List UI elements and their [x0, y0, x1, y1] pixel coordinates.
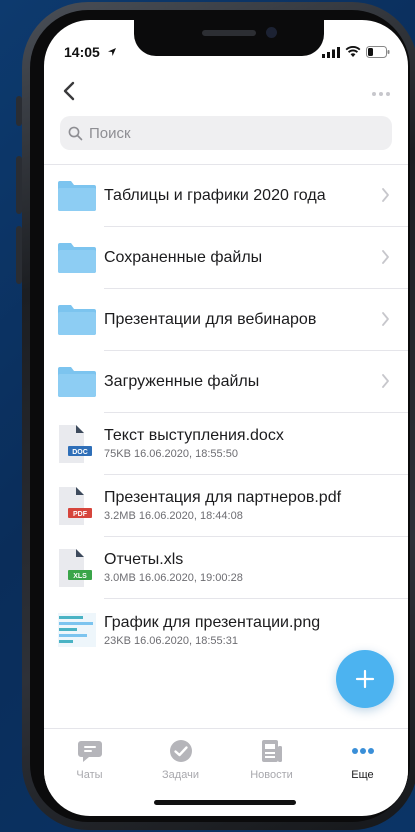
search-icon — [68, 126, 83, 140]
file-row[interactable]: XLS Отчеты.xls 3.0MB 16.06.2020, 19:00:28 — [44, 537, 408, 599]
check-icon — [169, 740, 192, 762]
item-name: Презентация для партнеров.pdf — [104, 489, 342, 506]
item-name: Загруженные файлы — [104, 372, 260, 390]
svg-text:PDF: PDF — [73, 511, 88, 518]
chat-icon — [77, 741, 102, 762]
mute-switch — [16, 96, 22, 126]
row-content: Презентации для вебинаров — [104, 289, 408, 351]
item-meta: 3.2MB 16.06.2020, 18:44:08 — [104, 510, 243, 522]
item-meta: 75KB 16.06.2020, 18:55:50 — [104, 448, 238, 460]
add-button[interactable] — [336, 650, 394, 708]
item-name: Презентации для вебинаров — [104, 310, 317, 328]
tab-more-label: Еще — [351, 769, 374, 781]
tab-more[interactable]: Еще — [317, 729, 408, 792]
item-name: Сохраненные файлы — [104, 248, 263, 266]
tab-tasks[interactable]: Задачи — [135, 729, 226, 792]
row-content: Отчеты.xls 3.0MB 16.06.2020, 19:00:28 — [104, 537, 408, 599]
home-indicator — [154, 800, 296, 805]
item-name: Таблицы и графики 2020 года — [104, 186, 326, 204]
tab-chats-label: Чаты — [76, 769, 103, 781]
volume-up-button — [16, 156, 22, 214]
back-button[interactable] — [62, 80, 76, 107]
folder-icon — [44, 289, 104, 351]
row-content: Текст выступления.docx 75KB 16.06.2020, 1… — [104, 413, 408, 475]
item-name: Текст выступления.docx — [104, 427, 284, 444]
tab-chats[interactable]: Чаты — [44, 729, 135, 792]
chevron-left-icon — [63, 81, 75, 101]
folder-icon — [44, 227, 104, 289]
row-content: Загруженные файлы — [104, 351, 408, 413]
item-name: Отчеты.xls — [104, 551, 184, 568]
battery-icon — [366, 46, 390, 58]
navigation-bar — [44, 78, 408, 114]
row-content: Таблицы и графики 2020 года — [104, 165, 408, 227]
image-file-icon — [44, 599, 104, 661]
item-name: График для презентации.png — [104, 613, 321, 631]
app-screen: 14:05 Поиск Таблицы и графики 2020 года … — [44, 20, 408, 816]
xls-file-icon: XLS — [44, 537, 104, 599]
folder-row[interactable]: Сохраненные файлы — [44, 227, 408, 289]
chevron-right-icon — [381, 249, 390, 270]
doc-file-icon: DOC — [44, 413, 104, 475]
status-time: 14:05 — [64, 44, 100, 60]
folder-row[interactable]: Презентации для вебинаров — [44, 289, 408, 351]
svg-text:DOC: DOC — [72, 449, 88, 456]
more-icon — [351, 748, 374, 754]
svg-text:XLS: XLS — [73, 573, 87, 580]
tab-tasks-label: Задачи — [162, 769, 199, 781]
chevron-right-icon — [381, 187, 390, 208]
folder-icon — [44, 165, 104, 227]
item-meta: 23KB 16.06.2020, 18:55:31 — [104, 634, 238, 647]
front-camera — [266, 27, 277, 38]
file-list: Таблицы и графики 2020 года Сохраненные ф… — [44, 164, 408, 661]
chevron-right-icon — [381, 373, 390, 394]
tab-bar: Чаты Задачи Новости Еще — [44, 728, 408, 792]
search-input[interactable]: Поиск — [60, 116, 392, 150]
volume-down-button — [16, 226, 22, 284]
tab-news[interactable]: Новости — [226, 729, 317, 792]
signal-icon — [322, 46, 340, 58]
folder-row[interactable]: Таблицы и графики 2020 года — [44, 165, 408, 227]
item-meta: 3.0MB 16.06.2020, 19:00:28 — [104, 572, 243, 584]
file-row[interactable]: DOC Текст выступления.docx 75KB 16.06.2020… — [44, 413, 408, 475]
tab-news-label: Новости — [250, 769, 293, 781]
more-options-button[interactable] — [372, 92, 390, 96]
news-icon — [261, 740, 282, 762]
file-row[interactable]: PDF Презентация для партнеров.pdf 3.2MB 16… — [44, 475, 408, 537]
search-placeholder: Поиск — [89, 124, 131, 142]
speaker-grille — [202, 30, 256, 36]
folder-icon — [44, 351, 104, 413]
chevron-right-icon — [381, 311, 390, 332]
wifi-icon — [345, 46, 361, 57]
folder-row[interactable]: Загруженные файлы — [44, 351, 408, 413]
status-bar: 14:05 — [44, 44, 408, 64]
plus-icon — [355, 669, 375, 689]
row-content: Сохраненные файлы — [104, 227, 408, 289]
pdf-file-icon: PDF — [44, 475, 104, 537]
location-arrow-icon — [108, 48, 116, 56]
row-content: Презентация для партнеров.pdf 3.2MB 16.06… — [104, 475, 408, 537]
